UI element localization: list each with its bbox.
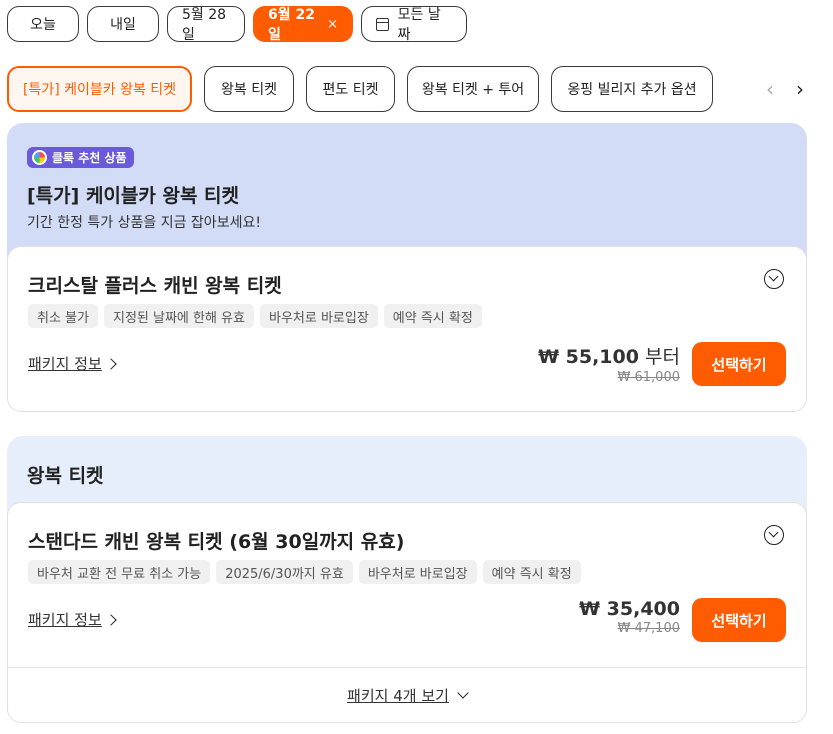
package-title: 크리스탈 플러스 캐빈 왕복 티켓 xyxy=(28,275,282,297)
section-title: [특가] 케이블카 왕복 티켓 xyxy=(27,185,240,207)
package-chip-special[interactable]: [특가] 케이블카 왕복 티켓 xyxy=(7,66,192,112)
package-tags: 바우처 교환 전 무료 취소 가능 2025/6/30까지 유효 바우처로 바로… xyxy=(28,560,581,584)
package-info-label: 패키지 정보 xyxy=(28,611,102,629)
package-tag: 바우처 교환 전 무료 취소 가능 xyxy=(28,560,211,584)
package-chip-label: 편도 티켓 xyxy=(322,82,379,98)
package-tag: 2025/6/30까지 유효 xyxy=(216,560,353,584)
package-card: 스탠다드 캐빈 왕복 티켓 (6월 30일까지 유효) 바우처 교환 전 무료 … xyxy=(7,502,807,723)
package-chip-label: [특가] 케이블카 왕복 티켓 xyxy=(22,82,177,98)
package-tag: 예약 즉시 확정 xyxy=(383,304,482,328)
price-value: ₩ 55,100 xyxy=(538,346,639,368)
date-chip-label: 내일 xyxy=(110,17,136,33)
date-chip-label: 오늘 xyxy=(30,17,56,33)
price-block: ₩ 55,100 부터 ₩ 61,000 xyxy=(538,342,680,385)
chevron-right-icon[interactable]: › xyxy=(787,66,813,112)
package-filter-bar: [특가] 케이블카 왕복 티켓 왕복 티켓 편도 티켓 왕복 티켓 + 투어 옹… xyxy=(7,66,833,112)
recommended-badge: 클룩 추천 상품 xyxy=(27,147,134,168)
package-chip-label: 왕복 티켓 xyxy=(221,82,277,98)
close-icon[interactable]: × xyxy=(327,17,338,32)
section-subtitle: 기간 한정 특가 상품을 지금 잡아보세요! xyxy=(27,215,261,231)
original-price: ₩ 47,100 xyxy=(617,621,680,636)
scroll-fade xyxy=(738,66,833,112)
package-chip-roundtrip[interactable]: 왕복 티켓 xyxy=(204,66,294,112)
chevron-down-circle-icon[interactable] xyxy=(764,525,784,545)
chevron-down-circle-icon[interactable] xyxy=(764,269,784,289)
current-price: ₩ 55,100 부터 xyxy=(538,342,680,369)
view-more-label: 패키지 4개 보기 xyxy=(347,687,449,705)
date-chip-all-dates[interactable]: 모든 날짜 xyxy=(361,6,467,43)
featured-section: 클룩 추천 상품 [특가] 케이블카 왕복 티켓 기간 한정 특가 상품을 지금… xyxy=(7,123,807,412)
badge-label: 클룩 추천 상품 xyxy=(52,151,127,165)
view-more-packages-link[interactable]: 패키지 4개 보기 xyxy=(8,667,806,724)
date-filter-bar: 오늘 내일 5월 28일 6월 22일 × 모든 날짜 xyxy=(7,6,467,43)
chevron-down-icon xyxy=(457,687,469,699)
package-tags: 취소 불가 지정된 날짜에 한해 유효 바우처로 바로입장 예약 즉시 확정 xyxy=(28,304,482,328)
select-button[interactable]: 선택하기 xyxy=(692,598,786,642)
package-info-label: 패키지 정보 xyxy=(28,355,102,373)
price-suffix: 부터 xyxy=(645,346,680,368)
package-tag: 바우처로 바로입장 xyxy=(259,304,378,328)
original-price: ₩ 61,000 xyxy=(617,370,680,385)
package-tag: 취소 불가 xyxy=(28,304,98,328)
package-chip-label: 옹핑 빌리지 추가 옵션 xyxy=(567,82,697,98)
chevron-right-icon xyxy=(105,613,117,626)
date-chip-may-28[interactable]: 5월 28일 xyxy=(167,6,245,43)
package-tag: 지정된 날짜에 한해 유효 xyxy=(103,304,254,328)
chevron-right-icon xyxy=(105,357,117,370)
roundtrip-section: 왕복 티켓 스탠다드 캐빈 왕복 티켓 (6월 30일까지 유효) 바우처 교환… xyxy=(7,436,807,723)
package-chip-oneway[interactable]: 편도 티켓 xyxy=(306,66,395,112)
package-tag: 예약 즉시 확정 xyxy=(482,560,581,584)
date-chip-tomorrow[interactable]: 내일 xyxy=(87,6,159,42)
current-price: ₩ 35,400 xyxy=(579,598,680,620)
package-info-link[interactable]: 패키지 정보 xyxy=(28,353,117,374)
date-chip-jun-22[interactable]: 6월 22일 × xyxy=(253,6,353,43)
package-card: 크리스탈 플러스 캐빈 왕복 티켓 취소 불가 지정된 날짜에 한해 유효 바우… xyxy=(7,246,807,412)
calendar-icon xyxy=(376,17,389,31)
package-info-link[interactable]: 패키지 정보 xyxy=(28,609,117,630)
date-chip-label: 5월 28일 xyxy=(182,7,227,43)
date-chip-label: 모든 날짜 xyxy=(397,7,441,43)
package-tag: 바우처로 바로입장 xyxy=(358,560,477,584)
date-chip-today[interactable]: 오늘 xyxy=(7,6,79,42)
package-chip-label: 왕복 티켓 + 투어 xyxy=(421,82,525,98)
price-value: ₩ 35,400 xyxy=(579,598,680,620)
price-block: ₩ 35,400 ₩ 47,100 xyxy=(579,598,680,636)
package-chip-village-option[interactable]: 옹핑 빌리지 추가 옵션 xyxy=(551,66,713,112)
klook-logo-icon xyxy=(32,150,47,165)
package-chip-roundtrip-tour[interactable]: 왕복 티켓 + 투어 xyxy=(407,66,539,112)
package-title: 스탠다드 캐빈 왕복 티켓 (6월 30일까지 유효) xyxy=(28,531,405,553)
section-title: 왕복 티켓 xyxy=(27,465,104,487)
chevron-left-icon[interactable]: ‹ xyxy=(757,66,783,112)
select-button[interactable]: 선택하기 xyxy=(692,342,786,386)
date-chip-label: 6월 22일 xyxy=(268,7,315,43)
